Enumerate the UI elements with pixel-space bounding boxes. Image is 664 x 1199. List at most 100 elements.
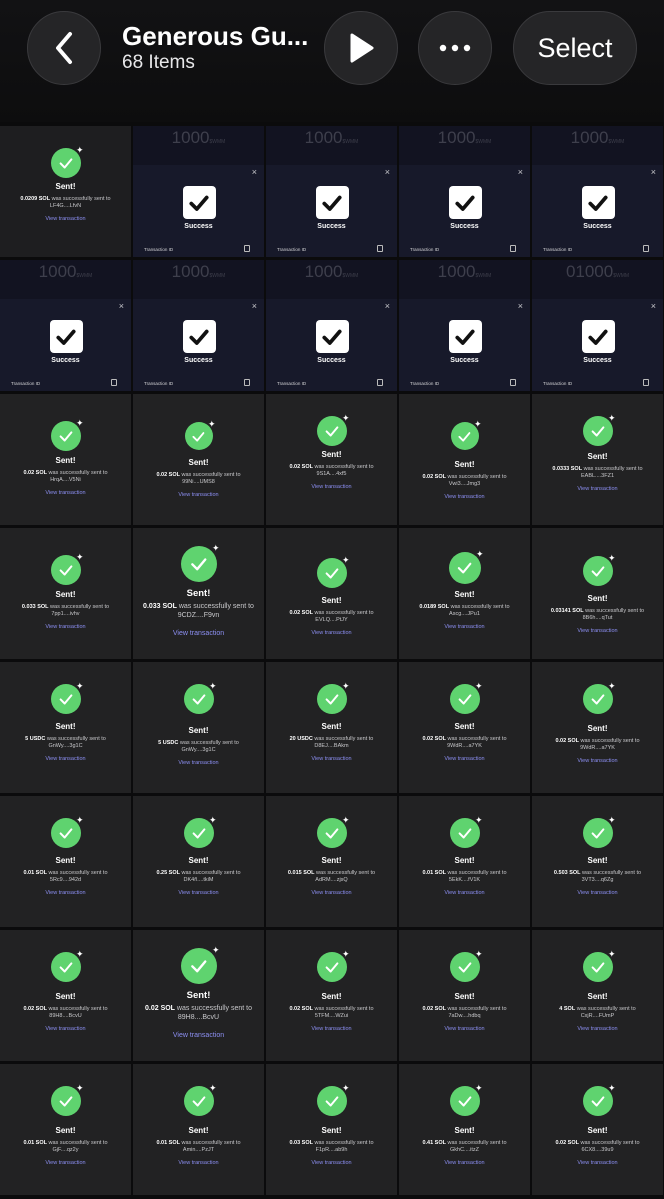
recipient-address: 9CDZ....F9vn	[177, 612, 220, 619]
view-transaction-link[interactable]: View transaction	[399, 1160, 530, 1166]
sent-amount: 0.0333 SOL	[552, 466, 583, 472]
sent-screenshot-tile[interactable]: ✦ Sent! 0.01 SOL was successfully sent to 5…	[399, 796, 530, 927]
recipient-address: 7pp1....ivhv	[51, 611, 80, 617]
view-transaction-link[interactable]: View transaction	[0, 1026, 131, 1032]
sent-amount: 0.01 SOL	[156, 1140, 180, 1146]
token-amount: 1000$WMM	[570, 128, 625, 147]
sent-middle-text: was successfully sent to	[313, 610, 374, 616]
view-transaction-link[interactable]: View transaction	[0, 1160, 131, 1166]
view-transaction-link[interactable]: View transaction	[0, 756, 131, 762]
success-screenshot-tile[interactable]: 01000$WMM × Success Transaction ID	[532, 260, 663, 391]
sent-screenshot-tile[interactable]: ✦ Sent! 0.01 SOL was successfully sent to G…	[0, 1064, 131, 1195]
success-screenshot-tile[interactable]: 1000$WMM × Success Transaction ID	[266, 260, 397, 391]
recipient-address: 89H8....BcvU	[49, 1013, 82, 1019]
sent-screenshot-tile[interactable]: ✦ Sent! 0.02 SOL was successfully sent to 8…	[133, 930, 264, 1061]
sent-screenshot-tile[interactable]: ✦ Sent! 5 USDC was successfully sent to GnW…	[0, 662, 131, 793]
view-transaction-link[interactable]: View transaction	[133, 890, 264, 896]
view-transaction-link[interactable]: View transaction	[133, 760, 264, 766]
view-transaction-link[interactable]: View transaction	[399, 494, 530, 500]
select-button[interactable]: Select	[513, 11, 637, 85]
success-screenshot-tile[interactable]: 1000$WMM × Success Transaction ID	[0, 260, 131, 391]
sent-screenshot-tile[interactable]: ✦ Sent! 20 USDC was successfully sent to D8…	[266, 662, 397, 793]
view-transaction-link[interactable]: View transaction	[0, 490, 131, 496]
success-screenshot-tile[interactable]: 1000$WMM × Success Transaction ID	[399, 126, 530, 257]
view-transaction-link[interactable]: View transaction	[532, 1160, 663, 1166]
sent-screenshot-tile[interactable]: ✦ Sent! 0.02 SOL was successfully sent to 9…	[399, 662, 530, 793]
sent-screenshot-tile[interactable]: ✦ Sent! 0.02 SOL was successfully sent to 9…	[133, 394, 264, 525]
sparkle-icon: ✦	[476, 549, 484, 559]
sent-screenshot-tile[interactable]: ✦ Sent! 0.41 SOL was successfully sent to G…	[399, 1064, 530, 1195]
sent-screenshot-tile[interactable]: ✦ Sent! 0.02 SOL was successfully sent to 9…	[532, 662, 663, 793]
view-transaction-link[interactable]: View transaction	[133, 492, 264, 498]
sent-screenshot-tile[interactable]: ✦ Sent! 0.02 SOL was successfully sent to 9…	[266, 394, 397, 525]
sent-screenshot-tile[interactable]: ✦ Sent! 0.03 SOL was successfully sent to F…	[266, 1064, 397, 1195]
close-icon: ×	[650, 167, 656, 177]
view-transaction-link[interactable]: View transaction	[532, 758, 663, 764]
success-screenshot-tile[interactable]: 1000$WMM × Success Transaction ID	[266, 126, 397, 257]
sent-screenshot-tile[interactable]: ✦ Sent! 5 USDC was successfully sent to GnW…	[133, 662, 264, 793]
sent-screenshot-tile[interactable]: ✦ Sent! 0.03141 SOL was successfully sent …	[532, 528, 663, 659]
sent-screenshot-tile[interactable]: ✦ Sent! 0.503 SOL was successfully sent to…	[532, 796, 663, 927]
token-amount: 1000$WMM	[304, 262, 359, 281]
sent-screenshot-tile[interactable]: ✦ Sent! 0.0189 SOL was successfully sent t…	[399, 528, 530, 659]
sent-screenshot-tile[interactable]: ✦ Sent! 0.01 SOL was successfully sent to 5…	[0, 796, 131, 927]
recipient-address: Amin....PzJT	[182, 1147, 215, 1153]
view-transaction-link[interactable]: View transaction	[399, 624, 530, 630]
sent-label: Sent!	[587, 1126, 608, 1135]
sent-screenshot-tile[interactable]: ✦ Sent! 0.02 SOL was successfully sent to 5…	[266, 930, 397, 1061]
view-transaction-link[interactable]: View transaction	[133, 630, 264, 637]
sent-screenshot-tile[interactable]: ✦ Sent! 0.02 SOL was successfully sent to E…	[266, 528, 397, 659]
view-transaction-link[interactable]: View transaction	[532, 1026, 663, 1032]
sent-screenshot-tile[interactable]: ✦ Sent! 0.033 SOL was successfully sent to…	[0, 528, 131, 659]
view-transaction-link[interactable]: View transaction	[266, 890, 397, 896]
sent-amount: 20 USDC	[289, 736, 313, 742]
sent-screenshot-tile[interactable]: ✦ Sent! 0.02 SOL was successfully sent to H…	[0, 394, 131, 525]
sent-amount: 0.01 SOL	[422, 870, 446, 876]
sparkle-icon: ✦	[342, 949, 350, 959]
sent-screenshot-tile[interactable]: ✦ Sent! 0.02 SOL was successfully sent to 6…	[532, 1064, 663, 1195]
sent-screenshot-tile[interactable]: ✦ Sent! 0.02 SOL was successfully sent to 7…	[399, 930, 530, 1061]
view-transaction-link[interactable]: View transaction	[266, 630, 397, 636]
sent-screenshot-tile[interactable]: ✦ Sent! 0.0333 SOL was successfully sent t…	[532, 394, 663, 525]
view-transaction-link[interactable]: View transaction	[133, 1032, 264, 1039]
recipient-address: 5EkK....fV1K	[448, 877, 481, 883]
view-transaction-link[interactable]: View transaction	[0, 216, 131, 222]
sent-label: Sent!	[454, 460, 475, 469]
sent-amount: 0.02 SOL	[422, 1006, 446, 1012]
success-screenshot-tile[interactable]: 1000$WMM × Success Transaction ID	[532, 126, 663, 257]
view-transaction-link[interactable]: View transaction	[133, 1160, 264, 1166]
sent-screenshot-tile[interactable]: ✦ Sent! 0.033 SOL was successfully sent to…	[133, 528, 264, 659]
view-transaction-link[interactable]: View transaction	[0, 890, 131, 896]
view-transaction-link[interactable]: View transaction	[0, 624, 131, 630]
success-screenshot-tile[interactable]: 1000$WMM × Success Transaction ID	[133, 126, 264, 257]
success-screenshot-tile[interactable]: 1000$WMM × Success Transaction ID	[399, 260, 530, 391]
view-transaction-link[interactable]: View transaction	[266, 484, 397, 490]
view-transaction-link[interactable]: View transaction	[532, 628, 663, 634]
sent-amount: 0.0189 SOL	[419, 604, 450, 610]
sparkle-icon: ✦	[474, 419, 482, 429]
sent-screenshot-tile[interactable]: ✦ Sent! 0.015 SOL was successfully sent to…	[266, 796, 397, 927]
sent-screenshot-tile[interactable]: ✦ Sent! 0.02 SOL was successfully sent to V…	[399, 394, 530, 525]
sent-screenshot-tile[interactable]: ✦ Sent! 0.0209 SOL was successfully sent t…	[0, 126, 131, 257]
play-button[interactable]	[324, 11, 398, 85]
view-transaction-link[interactable]: View transaction	[399, 1026, 530, 1032]
view-transaction-link[interactable]: View transaction	[532, 890, 663, 896]
view-transaction-link[interactable]: View transaction	[399, 890, 530, 896]
copy-icon	[643, 245, 649, 252]
back-button[interactable]	[27, 11, 101, 85]
success-screenshot-tile[interactable]: 1000$WMM × Success Transaction ID	[133, 260, 264, 391]
more-options-button[interactable]	[418, 11, 492, 85]
view-transaction-link[interactable]: View transaction	[266, 756, 397, 762]
sparkle-icon: ✦	[342, 413, 350, 423]
sent-amount: 0.03 SOL	[289, 1140, 313, 1146]
sent-screenshot-tile[interactable]: ✦ Sent! 4 SOL was successfully sent to CxjR…	[532, 930, 663, 1061]
sent-amount: 0.01 SOL	[23, 1140, 47, 1146]
view-transaction-link[interactable]: View transaction	[266, 1160, 397, 1166]
sent-screenshot-tile[interactable]: ✦ Sent! 0.01 SOL was successfully sent to A…	[133, 1064, 264, 1195]
sent-screenshot-tile[interactable]: ✦ Sent! 0.02 SOL was successfully sent to 8…	[0, 930, 131, 1061]
view-transaction-link[interactable]: View transaction	[266, 1026, 397, 1032]
view-transaction-link[interactable]: View transaction	[399, 756, 530, 762]
view-transaction-link[interactable]: View transaction	[532, 486, 663, 492]
amount-header: 1000$WMM	[0, 260, 131, 299]
sent-screenshot-tile[interactable]: ✦ Sent! 0.25 SOL was successfully sent to D…	[133, 796, 264, 927]
